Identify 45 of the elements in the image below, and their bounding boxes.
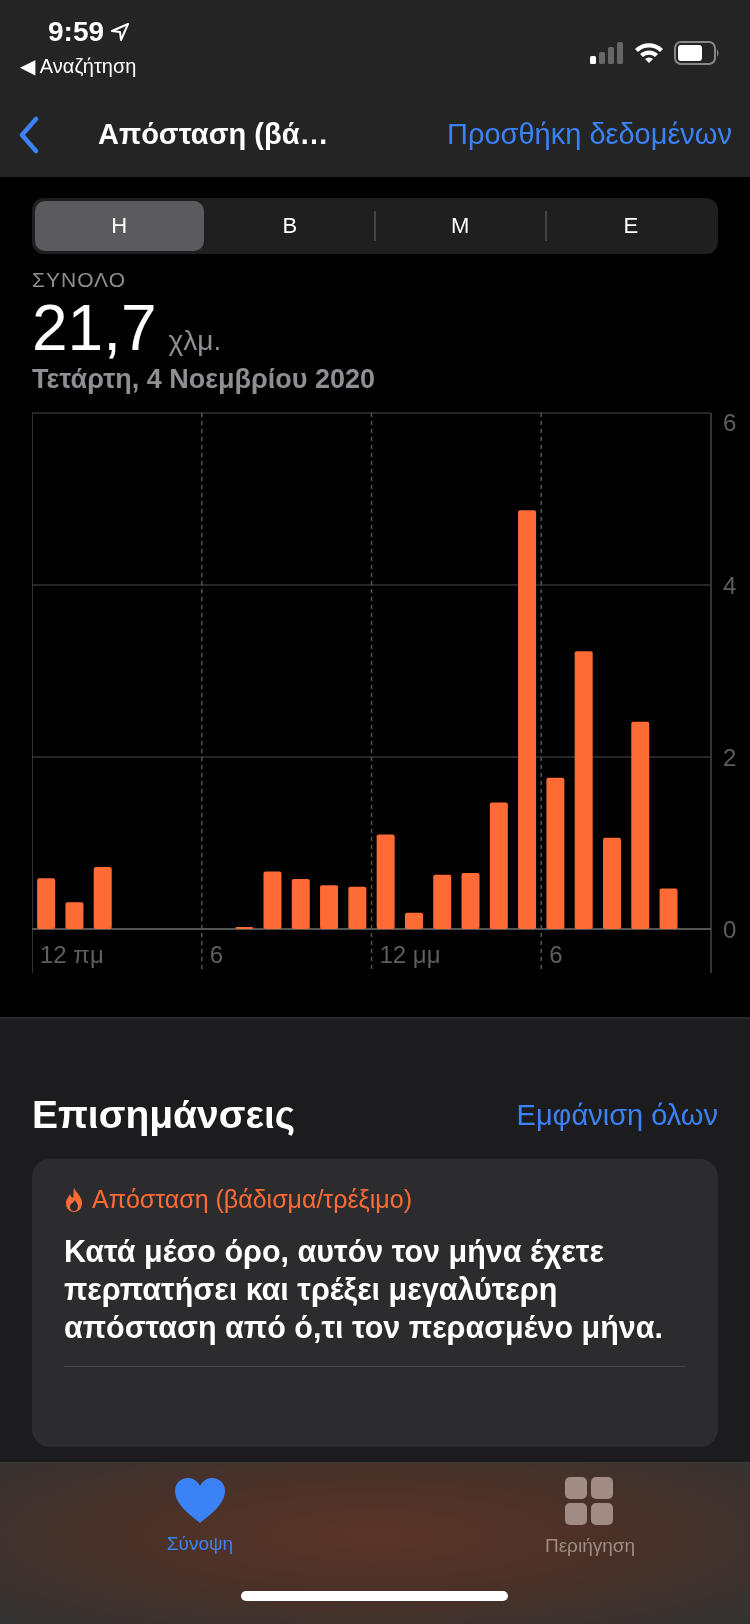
chart-bar <box>659 888 678 929</box>
wifi-icon <box>634 42 664 64</box>
battery-icon <box>674 41 720 65</box>
card-text: Κατά μέσο όρο, αυτόν τον μήνα έχετε περπατήσει και τρέξει μεγαλύτερη απόσταση από ό,τι τον περασμένο μήνα. <box>64 1233 665 1346</box>
card-title: Απόσταση (βάδισμα/τρέξιμο) <box>92 1185 412 1214</box>
segment-tab[interactable]: Μ <box>376 201 545 251</box>
y-axis-label: 2 <box>723 744 737 771</box>
grid-icon <box>565 1477 615 1527</box>
chart-bar <box>433 874 452 929</box>
back-chevron-icon[interactable] <box>18 115 40 154</box>
segment-tab[interactable]: Β <box>205 201 374 251</box>
highlight-card[interactable]: Απόσταση (βάδισμα/τρέξιμο) Κατά μέσο όρο, αυτόν τον μήνα έχετε περπατήσει και τρέξει μεγαλύτερη απόσταση από ό,τι τον περασμένο μήνα. <box>32 1159 718 1447</box>
segment-tab[interactable]: Η <box>35 201 204 251</box>
x-axis-label: 6 <box>549 941 563 968</box>
x-axis-label: 6 <box>209 941 224 968</box>
segment-tab[interactable]: Ε <box>546 201 715 251</box>
chart-bar <box>93 867 112 929</box>
flame-icon <box>64 1186 84 1213</box>
chart-bar <box>348 886 367 929</box>
x-axis-label: 12 μμ <box>379 941 441 968</box>
section-title: Επισημάνσεις <box>32 1093 296 1137</box>
y-axis-label: 4 <box>723 572 737 599</box>
total-label: ΣΥΝΟΛΟ <box>32 268 127 292</box>
chart-bar <box>404 912 423 929</box>
add-data-button[interactable]: Προσθήκη δεδομένων <box>446 118 732 151</box>
chart-bar <box>37 878 56 929</box>
location-arrow-icon <box>110 22 131 42</box>
total-unit: χλμ. <box>168 325 222 357</box>
x-axis-label: 12 πμ <box>40 941 104 968</box>
tab-item[interactable]: Περιήγηση <box>530 1477 650 1557</box>
chart-bar <box>320 885 339 929</box>
chart-bar <box>263 871 282 929</box>
show-all-link[interactable]: Εμφάνιση όλων <box>516 1098 718 1132</box>
chart-bar <box>291 879 310 929</box>
signal-icon <box>590 42 624 64</box>
chart-bar <box>461 873 480 929</box>
heart-icon <box>173 1477 227 1525</box>
page-title: Απόσταση (βά… <box>98 118 329 151</box>
y-axis-label: 0 <box>723 916 737 943</box>
chart-bar <box>65 902 84 929</box>
back-to-app-link[interactable]: ◀ Αναζήτηση <box>20 54 137 78</box>
y-axis-label: 6 <box>723 409 737 436</box>
total-value: 21,7 <box>32 292 157 364</box>
status-time: 9:59 <box>48 16 105 48</box>
date-label: Τετάρτη, 4 Νοεμβρίου 2020 <box>32 364 375 395</box>
